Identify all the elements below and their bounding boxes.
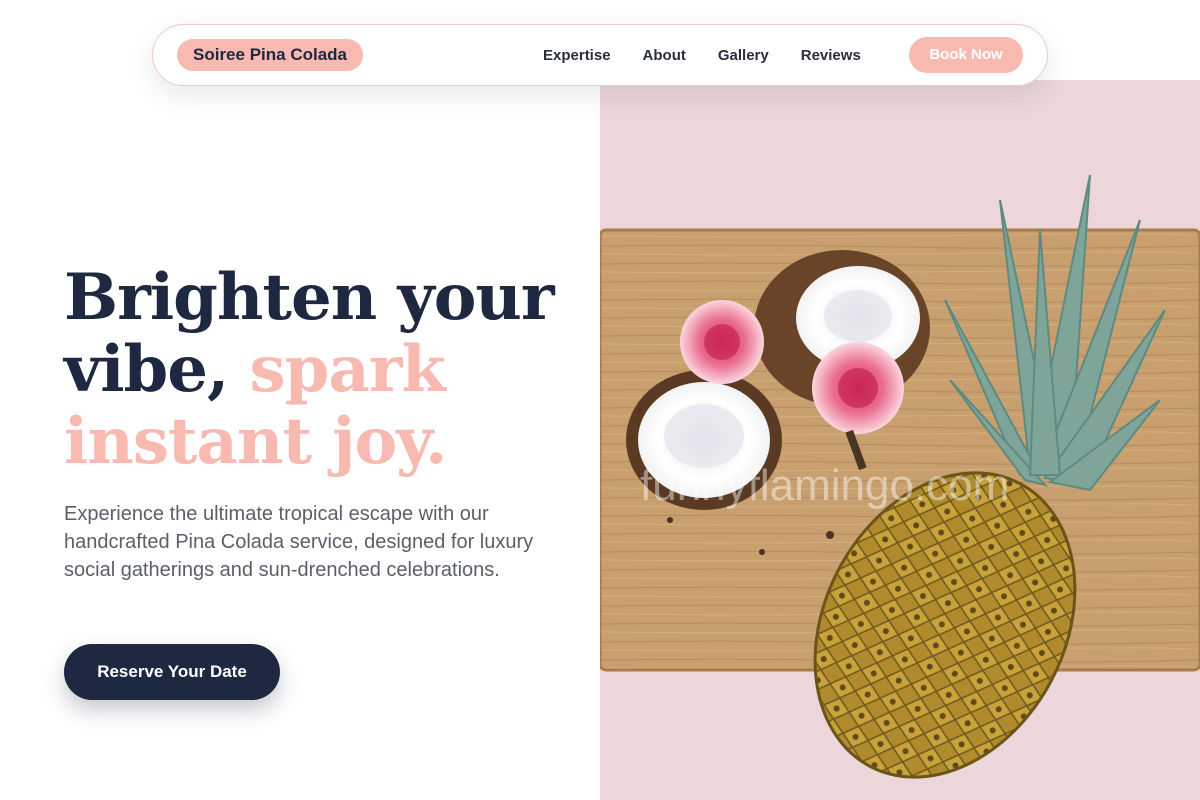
- hero-heading-accent-1: spark: [249, 332, 446, 407]
- nav-link-reviews[interactable]: Reviews: [801, 47, 861, 64]
- hero-heading-line-3: instant joy.: [64, 406, 584, 478]
- hero-photo-illustration: funnyflamingo.com: [600, 80, 1200, 800]
- pink-flower-left: [680, 300, 764, 384]
- brand-logo[interactable]: Soiree Pina Colada: [177, 39, 363, 71]
- nav-links: Expertise About Gallery Reviews: [543, 25, 861, 85]
- hero-heading-text-1: Brighten your: [64, 260, 555, 335]
- nav-link-expertise[interactable]: Expertise: [543, 47, 611, 64]
- book-now-button[interactable]: Book Now: [909, 37, 1023, 73]
- hero-heading-text-2: vibe,: [64, 332, 229, 407]
- hero-heading: Brighten your vibe, spark instant joy.: [64, 262, 584, 478]
- hero-heading-line-2: vibe, spark: [64, 334, 584, 406]
- nav-link-about[interactable]: About: [643, 47, 686, 64]
- reserve-date-button[interactable]: Reserve Your Date: [64, 644, 280, 700]
- hero-description: Experience the ultimate tropical escape …: [64, 503, 534, 581]
- hero-heading-line-1: Brighten your: [64, 262, 584, 334]
- hero-heading-accent-2: instant joy.: [64, 404, 447, 479]
- hero-image: funnyflamingo.com: [600, 80, 1200, 800]
- top-navbar: Soiree Pina Colada Expertise About Galle…: [152, 24, 1048, 86]
- image-watermark: funnyflamingo.com: [640, 461, 1009, 510]
- landing-page: Soiree Pina Colada Expertise About Galle…: [0, 0, 1200, 800]
- nav-link-gallery[interactable]: Gallery: [718, 47, 769, 64]
